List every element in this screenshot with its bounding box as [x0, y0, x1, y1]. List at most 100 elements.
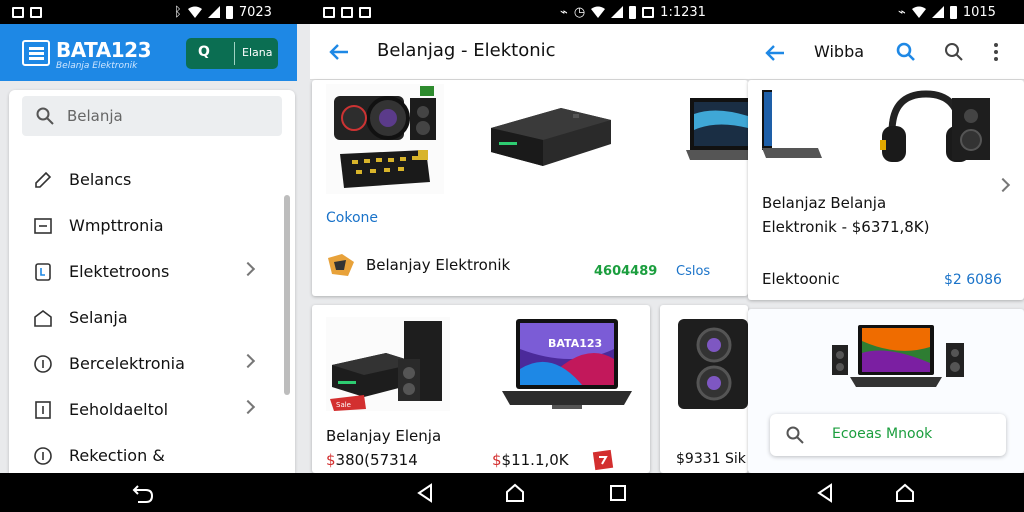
- status-bar: ᛒ 7023 ⌁ ◷ 1:1231 ⌁ 1015: [0, 0, 1024, 24]
- wifi-icon: [911, 6, 926, 18]
- header-button-label: Elana: [242, 46, 273, 59]
- drawer-search-input[interactable]: Belanja: [22, 96, 282, 136]
- edit-icon: [35, 171, 52, 188]
- search-placeholder: Belanja: [67, 107, 123, 125]
- battery-icon: [225, 5, 233, 19]
- status-right-left-panel: ᛒ 7023: [174, 3, 272, 21]
- search-placeholder: Ecoeas Mnook: [832, 426, 933, 442]
- card-stat-green: 4604489: [594, 264, 658, 279]
- menu-item-belancs[interactable]: Belancs: [9, 160, 279, 200]
- menu-item-label: Bercelektronia: [69, 354, 185, 373]
- panel3-app-bar: Wibba: [748, 24, 1024, 80]
- laptop-speakers-product-image: [832, 325, 964, 387]
- chevron-right-icon: [240, 399, 256, 415]
- laptop-product-image: BATA123: [502, 319, 632, 409]
- price-currency: $: [326, 451, 336, 469]
- more-vert-icon[interactable]: [992, 42, 1000, 62]
- page-title: Belanjag - Elektonic: [377, 40, 556, 61]
- vibrate-icon: ⌁: [898, 4, 906, 20]
- menu-item-label: Belancs: [69, 170, 132, 189]
- notification-icon: [30, 6, 42, 18]
- menu-item-bercelektronia[interactable]: Bercelektronia: [9, 344, 279, 384]
- footer-label: Elektoonic: [762, 270, 840, 288]
- search-icon[interactable]: [896, 42, 916, 62]
- alarm-icon: ◷: [573, 4, 586, 20]
- product-name: Belanjaz Belanja: [762, 194, 887, 212]
- status-right-mid-panel: ⌁ ◷ 1:1231: [560, 3, 706, 21]
- footer-price: $2 6086: [944, 272, 1002, 288]
- divider: [234, 42, 235, 65]
- menu-item-elektetroons[interactable]: Elektetroons: [9, 252, 279, 292]
- menu-item-selanja[interactable]: Selanja: [9, 298, 279, 338]
- laptop-product-image: [686, 98, 748, 160]
- header-action-button[interactable]: Q Elana: [186, 38, 278, 69]
- panel3-search-input[interactable]: Ecoeas Mnook: [770, 414, 1006, 456]
- back-nav-icon[interactable]: [132, 482, 154, 504]
- wifi-icon: [591, 6, 606, 18]
- info-icon: [34, 355, 52, 373]
- status-time: 7023: [238, 4, 272, 20]
- home-nav-icon[interactable]: [894, 482, 916, 504]
- header-button-icon: Q: [198, 44, 210, 60]
- notification-icon: [341, 6, 353, 18]
- menu-item-eeholdaeltol[interactable]: Eeholdaeltol: [9, 390, 279, 430]
- shop-logo-icon: [328, 254, 354, 276]
- home-icon: [34, 310, 52, 327]
- back-arrow-icon[interactable]: [328, 42, 350, 62]
- battery-icon: [949, 5, 957, 19]
- status-time: 1:1231: [660, 4, 706, 20]
- product-name: Belanjay Elenja: [326, 427, 442, 445]
- product-price: $9331 Sik: [676, 451, 746, 467]
- status-left-icons: [12, 3, 42, 21]
- menu-item-label: Elektetroons: [69, 262, 170, 281]
- camera-product-image: [326, 84, 444, 194]
- app-brand-subtitle: Belanja Elektronik: [56, 61, 138, 71]
- page-title: Wibba: [814, 42, 865, 61]
- price-value: 380(57314: [335, 451, 418, 469]
- chevron-right-icon: [240, 353, 256, 369]
- speaker-product-image: [678, 319, 748, 409]
- notification-icon: [323, 6, 335, 18]
- recents-nav-icon[interactable]: [607, 482, 629, 504]
- bookmark-icon: [35, 263, 51, 281]
- signal-icon: [931, 6, 944, 18]
- status-right-right-panel: ⌁ 1015: [898, 3, 996, 21]
- box-icon: [34, 218, 52, 234]
- menu-item-label: Rekection &: [69, 446, 165, 465]
- panel2-app-bar: Belanjag - Elektonic: [310, 24, 748, 80]
- product-card-bundle[interactable]: Sale BATA123 Belanjay Elenja $380(57314 …: [312, 305, 650, 473]
- headphones-product-image: [880, 90, 990, 162]
- screen: ᛒ 7023 ⌁ ◷ 1:1231 ⌁ 1015 BATA123 Belanja…: [0, 0, 1024, 512]
- wifi-icon: [187, 6, 202, 18]
- back-triangle-icon[interactable]: [415, 482, 437, 504]
- notification-icon: [359, 6, 371, 18]
- system-nav-bar: [0, 473, 1024, 512]
- back-triangle-icon[interactable]: [815, 482, 837, 504]
- search-icon[interactable]: [944, 42, 964, 62]
- product-card-audio[interactable]: Belanjaz Belanja Elektronik - $6371,8K) …: [748, 80, 1024, 300]
- search-icon: [786, 426, 804, 444]
- product-card-featured[interactable]: Cokone Belanjay Elektronik 4604489 Cslos: [312, 80, 748, 296]
- badge-icon: [592, 449, 614, 471]
- home-nav-icon[interactable]: [504, 482, 526, 504]
- drawer-scrollbar[interactable]: [284, 195, 290, 395]
- notification-icon: [642, 6, 655, 18]
- chevron-right-icon: [240, 261, 256, 277]
- laptop-screen-brand: BATA123: [548, 337, 602, 350]
- card-link[interactable]: Cokone: [326, 210, 378, 226]
- product-price: $380(57314: [326, 451, 418, 469]
- card-stat-blue: Cslos: [676, 264, 711, 279]
- chevron-right-icon[interactable]: [995, 177, 1011, 193]
- notification-icon: [12, 6, 24, 18]
- back-arrow-icon[interactable]: [764, 43, 786, 63]
- menu-item-label: Eeholdaeltol: [69, 400, 169, 419]
- product-price-2: $$11.1,0K: [492, 451, 569, 469]
- price-value: $11.1,0K: [501, 451, 569, 469]
- search-icon: [36, 107, 54, 125]
- card-row-title: Belanjay Elektronik: [366, 256, 511, 274]
- menu-item-rekection[interactable]: Rekection &: [9, 436, 279, 476]
- product-card-speakers[interactable]: $9331 Sik: [660, 305, 748, 473]
- media-player-product-image: Sale: [326, 317, 450, 411]
- menu-item-wmpttronia[interactable]: Wmpttronia: [9, 206, 279, 246]
- sale-tag-label: Sale: [336, 401, 351, 409]
